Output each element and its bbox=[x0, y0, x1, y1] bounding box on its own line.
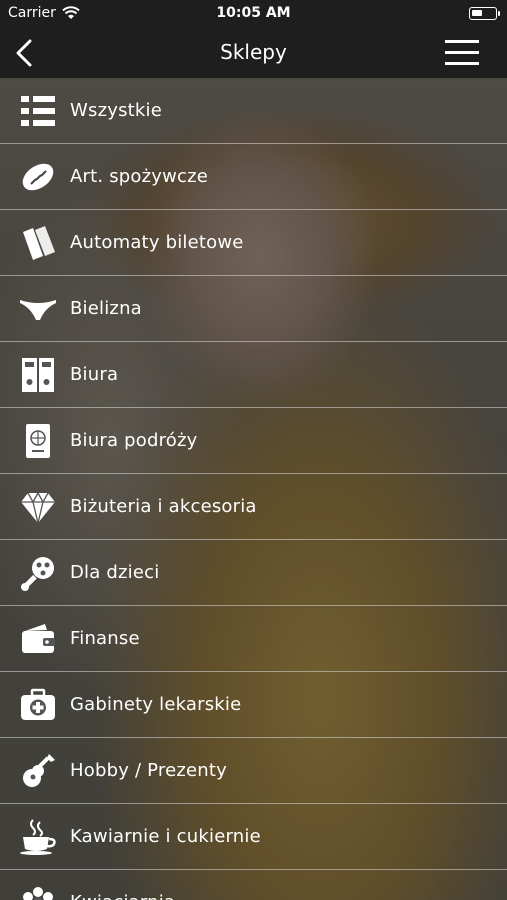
category-item-finanse[interactable]: Finanse bbox=[0, 606, 507, 672]
list-icon bbox=[18, 91, 58, 131]
category-item-art-spozywcze[interactable]: Art. spożywcze bbox=[0, 144, 507, 210]
category-label: Kawiarnie i cukiernie bbox=[70, 826, 261, 847]
category-item-wszystkie[interactable]: Wszystkie bbox=[0, 78, 507, 144]
medical-kit-icon bbox=[18, 685, 58, 725]
category-label: Kwiaciarnia bbox=[70, 892, 175, 900]
page-title: Sklepy bbox=[220, 40, 287, 64]
category-label: Bielizna bbox=[70, 298, 142, 319]
status-time: 10:05 AM bbox=[216, 5, 291, 21]
bread-icon bbox=[18, 157, 58, 197]
wallet-icon bbox=[18, 619, 58, 659]
binders-icon bbox=[18, 355, 58, 395]
category-item-kwiaciarnia[interactable]: Kwiaciarnia bbox=[0, 870, 507, 900]
underwear-icon bbox=[18, 289, 58, 329]
category-item-biura[interactable]: Biura bbox=[0, 342, 507, 408]
category-label: Hobby / Prezenty bbox=[70, 760, 228, 781]
category-list: Wszystkie Art. spożywcze Automaty bileto… bbox=[0, 78, 507, 900]
tickets-icon bbox=[18, 223, 58, 263]
category-label: Art. spożywcze bbox=[70, 166, 209, 187]
category-item-biura-podrozy[interactable]: Biura podróży bbox=[0, 408, 507, 474]
navigation-bar: Sklepy bbox=[0, 28, 507, 78]
category-label: Dla dzieci bbox=[70, 562, 160, 583]
coffee-cup-icon bbox=[18, 817, 58, 857]
diamond-icon bbox=[18, 487, 58, 527]
category-item-dla-dzieci[interactable]: Dla dzieci bbox=[0, 540, 507, 606]
passport-icon bbox=[18, 421, 58, 461]
category-label: Gabinety lekarskie bbox=[70, 694, 242, 715]
menu-button[interactable] bbox=[445, 40, 479, 66]
hamburger-line bbox=[445, 40, 479, 43]
rattle-icon bbox=[18, 553, 58, 593]
category-label: Biura podróży bbox=[70, 430, 198, 451]
battery-icon bbox=[469, 7, 500, 20]
top-bar: Carrier 10:05 AM Sklepy bbox=[0, 0, 507, 78]
category-item-hobby-prezenty[interactable]: Hobby / Prezenty bbox=[0, 738, 507, 804]
category-label: Biżuteria i akcesoria bbox=[70, 496, 257, 517]
category-label: Biura bbox=[70, 364, 119, 385]
category-item-automaty-biletowe[interactable]: Automaty biletowe bbox=[0, 210, 507, 276]
guitar-icon bbox=[18, 751, 58, 791]
category-label: Automaty biletowe bbox=[70, 232, 244, 253]
category-item-bizuteria[interactable]: Biżuteria i akcesoria bbox=[0, 474, 507, 540]
category-label: Finanse bbox=[70, 628, 140, 649]
hamburger-line bbox=[445, 62, 479, 65]
category-item-bielizna[interactable]: Bielizna bbox=[0, 276, 507, 342]
hamburger-line bbox=[445, 51, 479, 54]
category-item-gabinety-lekarskie[interactable]: Gabinety lekarskie bbox=[0, 672, 507, 738]
flower-icon bbox=[18, 883, 58, 900]
category-item-kawiarnie-cukiernie[interactable]: Kawiarnie i cukiernie bbox=[0, 804, 507, 870]
status-bar: Carrier 10:05 AM bbox=[0, 0, 507, 28]
category-label: Wszystkie bbox=[70, 100, 163, 121]
